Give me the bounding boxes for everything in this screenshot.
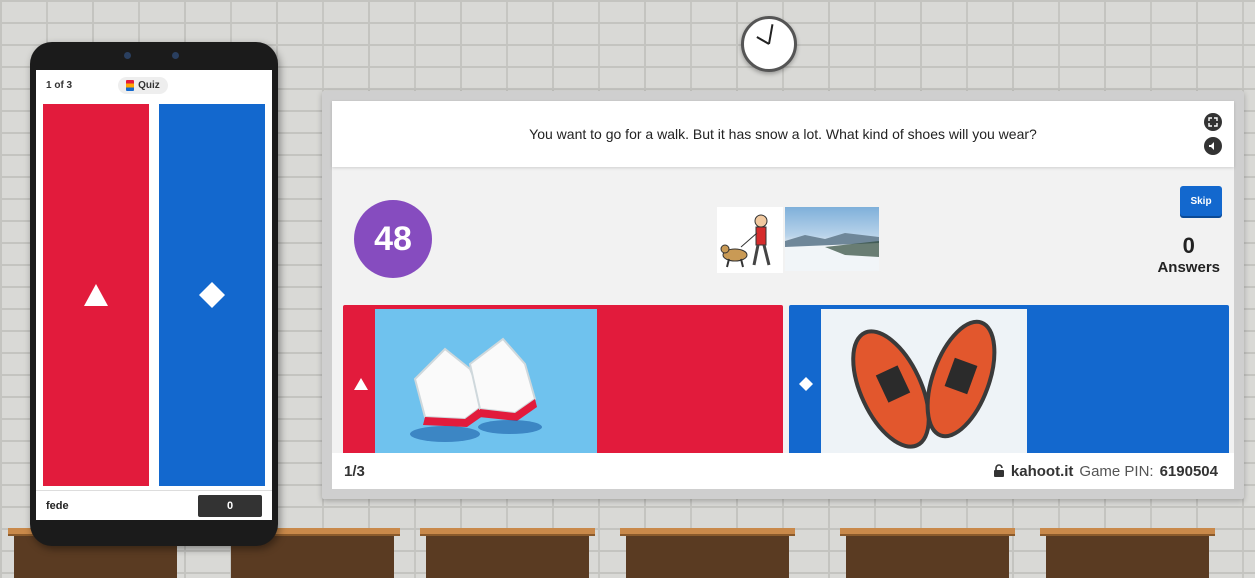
quiz-mode-pill: Quiz bbox=[118, 76, 168, 94]
walking-person-image bbox=[717, 207, 783, 273]
snowy-landscape-image bbox=[785, 207, 879, 271]
phone-header: 1 of 3 Quiz bbox=[36, 70, 272, 100]
desk bbox=[1040, 528, 1215, 578]
triangle-icon bbox=[84, 284, 108, 306]
question-counter: 1 of 3 bbox=[46, 79, 73, 91]
desk bbox=[420, 528, 595, 578]
desk bbox=[840, 528, 1015, 578]
diamond-icon bbox=[199, 282, 225, 308]
question-images bbox=[717, 207, 879, 273]
answers-counter: 0 Answers bbox=[1157, 233, 1220, 276]
sneakers-image bbox=[375, 309, 597, 457]
player-name: fede bbox=[46, 499, 69, 512]
player-score: 0 bbox=[198, 494, 262, 517]
fullscreen-icon[interactable] bbox=[1204, 113, 1222, 131]
countdown-timer: 48 bbox=[354, 200, 432, 278]
snowshoes-image bbox=[821, 309, 1027, 457]
phone-footer: fede 0 bbox=[36, 490, 272, 520]
desk bbox=[620, 528, 795, 578]
skip-button[interactable]: Skip bbox=[1180, 186, 1222, 216]
quiz-icon bbox=[126, 79, 135, 91]
site-name: kahoot.it bbox=[1010, 462, 1074, 480]
pin-label: Game PIN: bbox=[1079, 462, 1154, 480]
clock-icon bbox=[741, 16, 797, 72]
phone-device: 1 of 3 Quiz fede 0 bbox=[30, 42, 278, 546]
phone-answer-red-triangle[interactable] bbox=[43, 104, 149, 486]
answer-red-triangle[interactable] bbox=[343, 305, 783, 461]
phone-answer-grid bbox=[43, 104, 265, 486]
phone-screen: 1 of 3 Quiz fede 0 bbox=[36, 70, 272, 520]
phone-answer-blue-diamond[interactable] bbox=[159, 104, 265, 486]
question-progress: 1/3 bbox=[344, 462, 365, 480]
game-pin-info: kahoot.it Game PIN: 6190504 bbox=[993, 463, 1218, 480]
triangle-icon bbox=[354, 378, 368, 390]
kahoot-board: You want to go for a walk. But it has sn… bbox=[322, 91, 1244, 499]
phone-camera bbox=[114, 52, 194, 60]
question-text: You want to go for a walk. But it has sn… bbox=[529, 126, 1037, 142]
volume-icon[interactable] bbox=[1204, 137, 1222, 155]
answers-label: Answers bbox=[1157, 259, 1220, 276]
answers-count: 0 bbox=[1182, 233, 1195, 258]
answer-blue-diamond[interactable] bbox=[789, 305, 1229, 461]
board-footer: 1/3 kahoot.it Game PIN: 6190504 bbox=[332, 453, 1234, 489]
game-pin: 6190504 bbox=[1159, 462, 1218, 480]
lock-icon bbox=[993, 464, 1004, 477]
diamond-icon bbox=[799, 377, 813, 391]
quiz-mode-label: Quiz bbox=[138, 79, 160, 91]
question-bar: You want to go for a walk. But it has sn… bbox=[332, 101, 1234, 167]
